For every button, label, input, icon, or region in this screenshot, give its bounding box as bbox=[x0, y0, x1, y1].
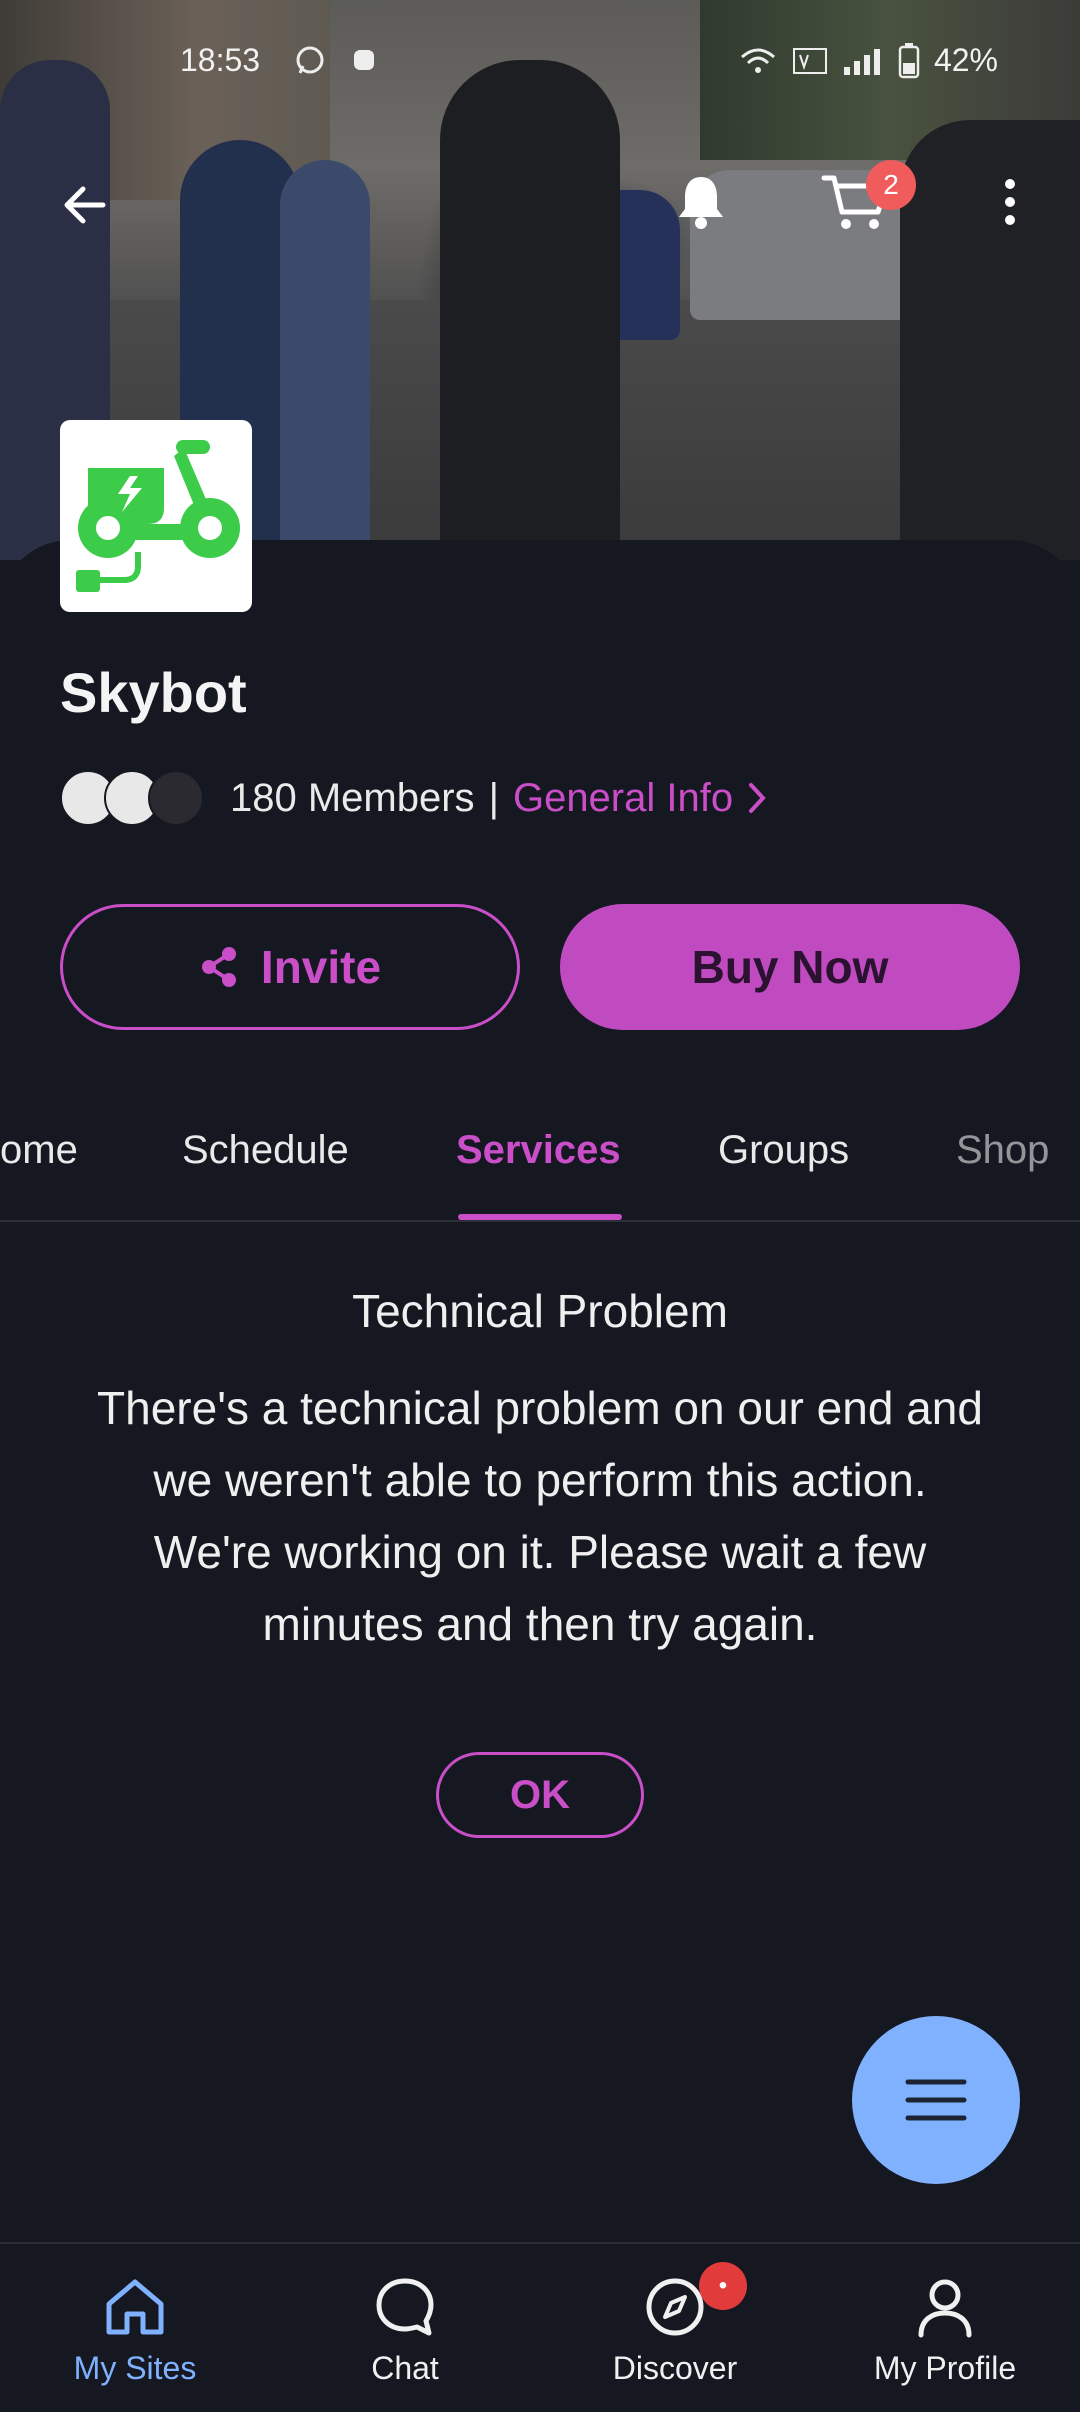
invite-button[interactable]: Invite bbox=[60, 904, 520, 1030]
notification-icon bbox=[354, 50, 374, 70]
nav-label: My Sites bbox=[73, 2350, 197, 2386]
members-count[interactable]: 180 Members bbox=[230, 776, 475, 821]
battery-percent: 42% bbox=[933, 42, 998, 78]
volte-icon bbox=[792, 47, 827, 74]
status-bar: 18:53 42% bbox=[0, 0, 1080, 120]
nav-discover[interactable]: • Discover bbox=[540, 2244, 810, 2412]
more-vertical-icon bbox=[1005, 179, 1015, 225]
tab-services[interactable]: Services bbox=[456, 1128, 621, 1173]
menu-icon bbox=[905, 2079, 967, 2121]
battery-icon bbox=[898, 42, 920, 78]
chat-bubble-icon bbox=[376, 2278, 434, 2336]
site-title: Skybot bbox=[60, 661, 247, 724]
site-logo bbox=[60, 420, 252, 612]
tab-schedule[interactable]: Schedule bbox=[182, 1128, 349, 1173]
tab-home[interactable]: ome bbox=[0, 1128, 78, 1173]
electric-scooter-icon bbox=[76, 440, 240, 592]
more-options-button[interactable] bbox=[990, 166, 1030, 238]
nav-label: My Profile bbox=[873, 2350, 1017, 2386]
error-message: There's a technical problem on our end a… bbox=[97, 1382, 983, 1650]
separator: | bbox=[488, 775, 499, 820]
tab-shop[interactable]: Shop bbox=[956, 1128, 1049, 1173]
wifi-icon bbox=[740, 48, 775, 73]
nav-chat[interactable]: Chat bbox=[270, 2244, 540, 2412]
photo-person bbox=[280, 160, 370, 560]
buy-now-button[interactable]: Buy Now bbox=[560, 904, 1020, 1030]
active-tab-indicator bbox=[458, 1214, 622, 1220]
invite-label: Invite bbox=[260, 941, 382, 993]
whatsapp-icon bbox=[296, 46, 324, 74]
general-info-link[interactable]: General Info bbox=[513, 776, 733, 821]
menu-fab[interactable] bbox=[852, 2016, 1020, 2184]
tab-bar: ome Schedule Services Groups Shop bbox=[0, 1110, 1080, 1222]
chevron-right-icon[interactable] bbox=[747, 781, 769, 815]
arrow-left-icon bbox=[64, 186, 106, 224]
bottom-nav: My Sites Chat • Discover My Profile bbox=[0, 2242, 1080, 2412]
bell-icon bbox=[679, 177, 723, 229]
cart-count-badge: 2 bbox=[866, 160, 916, 210]
buy-now-label: Buy Now bbox=[691, 941, 889, 993]
ok-label: OK bbox=[510, 1772, 570, 1817]
members-row: 180 Members | General Info bbox=[60, 770, 769, 826]
status-time: 18:53 bbox=[180, 42, 261, 78]
member-avatars bbox=[60, 770, 210, 826]
notifications-button[interactable] bbox=[666, 166, 736, 236]
nav-label: Chat bbox=[371, 2350, 439, 2386]
avatar bbox=[148, 770, 204, 826]
ok-button[interactable]: OK bbox=[436, 1752, 644, 1838]
share-icon bbox=[201, 947, 236, 987]
nav-my-profile[interactable]: My Profile bbox=[810, 2244, 1080, 2412]
error-title: Technical Problem bbox=[352, 1285, 728, 1337]
nav-label: Discover bbox=[612, 2350, 738, 2386]
tab-groups[interactable]: Groups bbox=[718, 1128, 849, 1173]
status-right: 42% bbox=[738, 42, 998, 79]
user-icon bbox=[918, 2279, 972, 2338]
signal-icon bbox=[843, 48, 880, 75]
discover-notification-dot: • bbox=[699, 2262, 747, 2310]
home-icon bbox=[106, 2279, 164, 2335]
compass-icon bbox=[646, 2278, 704, 2336]
photo-person-scooter bbox=[440, 60, 620, 560]
nav-my-sites[interactable]: My Sites bbox=[0, 2244, 270, 2412]
back-button[interactable] bbox=[50, 170, 120, 240]
